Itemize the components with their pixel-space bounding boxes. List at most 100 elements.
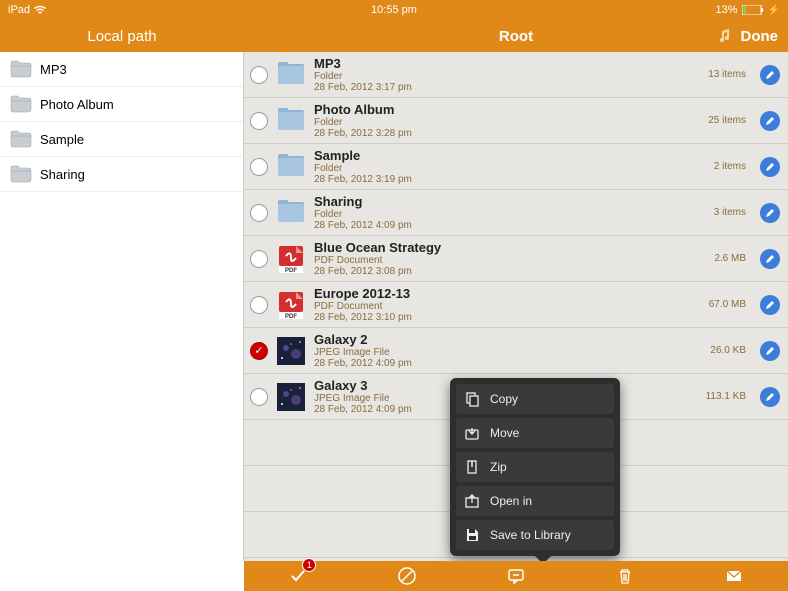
sidebar-item-label: Photo Album [40,97,114,112]
copy-icon [464,391,480,407]
image-icon [276,336,306,366]
device-label: iPad [8,4,30,16]
action-popup: Copy Move Zip Open in Save to Library [450,378,620,556]
file-type: Folder [314,71,700,82]
file-date: 28 Feb, 2012 3:28 pm [314,128,700,139]
sidebar-item-label: MP3 [40,62,67,77]
folder-icon [276,60,306,90]
file-info: SharingFolder28 Feb, 2012 4:09 pm [314,194,706,231]
select-button[interactable]: 1 [287,565,309,587]
folder-icon [10,60,32,78]
sidebar-item[interactable]: Photo Album [0,87,243,122]
edit-button[interactable] [760,65,780,85]
wifi-icon [34,5,46,15]
pdf-icon: PDF [276,244,306,274]
file-name: Blue Ocean Strategy [314,240,706,255]
edit-button[interactable] [760,295,780,315]
selection-badge: 1 [302,558,316,572]
popup-item-label: Move [490,426,519,440]
row-selector[interactable] [250,204,268,222]
file-meta: 113.1 KB [706,391,746,402]
row-selector[interactable] [250,158,268,176]
edit-button[interactable] [760,249,780,269]
bottom-toolbar: 1 [244,561,788,591]
file-meta: 25 items [708,115,746,126]
sidebar-item[interactable]: MP3 [0,52,243,87]
file-date: 28 Feb, 2012 4:09 pm [314,358,702,369]
popup-item-openin[interactable]: Open in [456,486,614,516]
file-row[interactable]: ✓Galaxy 2JPEG Image File28 Feb, 2012 4:0… [244,328,788,374]
file-type: Folder [314,209,706,220]
folder-icon [10,165,32,183]
file-date: 28 Feb, 2012 3:10 pm [314,312,701,323]
comment-button[interactable] [505,565,527,587]
file-name: Europe 2012-13 [314,286,701,301]
header-bar: Local path Root Done [0,20,788,52]
edit-button[interactable] [760,157,780,177]
sidebar-item-label: Sharing [40,167,85,182]
popup-item-save[interactable]: Save to Library [456,520,614,550]
file-row[interactable]: Photo AlbumFolder28 Feb, 2012 3:28 pm 25 … [244,98,788,144]
file-row[interactable]: SharingFolder28 Feb, 2012 4:09 pm 3 items [244,190,788,236]
file-row[interactable]: PDF Europe 2012-13PDF Document28 Feb, 201… [244,282,788,328]
sidebar-item[interactable]: Sample [0,122,243,157]
row-selector[interactable] [250,112,268,130]
save-icon [464,527,480,543]
zip-icon [464,459,480,475]
file-date: 28 Feb, 2012 3:17 pm [314,82,700,93]
pdf-icon: PDF [276,290,306,320]
sidebar-item[interactable]: Sharing [0,157,243,192]
file-name: Sharing [314,194,706,209]
status-time: 10:55 pm [265,4,522,16]
done-button[interactable]: Done [741,28,779,45]
popup-item-copy[interactable]: Copy [456,384,614,414]
popup-item-zip[interactable]: Zip [456,452,614,482]
file-name: Photo Album [314,102,700,117]
row-selector[interactable] [250,250,268,268]
row-selector[interactable]: ✓ [250,342,268,360]
file-type: PDF Document [314,255,706,266]
edit-button[interactable] [760,203,780,223]
file-meta: 13 items [708,69,746,80]
popup-item-move[interactable]: Move [456,418,614,448]
file-row[interactable]: MP3Folder28 Feb, 2012 3:17 pm13 items [244,52,788,98]
file-row[interactable]: PDFBlue Ocean StrategyPDF Document28 Feb… [244,236,788,282]
file-type: PDF Document [314,301,701,312]
row-selector[interactable] [250,296,268,314]
trash-button[interactable] [614,565,636,587]
popup-item-label: Copy [490,392,518,406]
file-meta: 2 items [714,161,746,172]
file-info: Photo AlbumFolder28 Feb, 2012 3:28 pm [314,102,700,139]
edit-button[interactable] [760,341,780,361]
folder-icon [276,152,306,182]
row-selector[interactable] [250,388,268,406]
folder-icon [10,130,32,148]
move-icon [464,425,480,441]
file-type: Folder [314,163,706,174]
row-selector[interactable] [250,66,268,84]
popup-item-label: Zip [490,460,507,474]
charging-icon: ⚡ [768,5,780,16]
edit-button[interactable] [760,111,780,131]
mail-button[interactable] [723,565,745,587]
battery-percent: 13% [716,4,738,16]
file-row[interactable]: SampleFolder28 Feb, 2012 3:19 pm 2 items [244,144,788,190]
deselect-button[interactable] [396,565,418,587]
file-type: JPEG Image File [314,347,702,358]
page-title: Root [499,28,533,45]
file-meta: 26.0 KB [710,345,746,356]
music-icon[interactable] [717,29,731,43]
sidebar: MP3 Photo Album Sample Sharing [0,52,244,561]
file-info: SampleFolder28 Feb, 2012 3:19 pm [314,148,706,185]
svg-text:PDF: PDF [285,314,297,320]
file-info: Europe 2012-13PDF Document28 Feb, 2012 3… [314,286,701,323]
file-date: 28 Feb, 2012 4:09 pm [314,220,706,231]
edit-button[interactable] [760,387,780,407]
openin-icon [464,493,480,509]
popup-item-label: Open in [490,494,532,508]
file-name: Sample [314,148,706,163]
sidebar-item-label: Sample [40,132,84,147]
folder-icon [276,198,306,228]
image-icon [276,382,306,412]
file-meta: 3 items [714,207,746,218]
